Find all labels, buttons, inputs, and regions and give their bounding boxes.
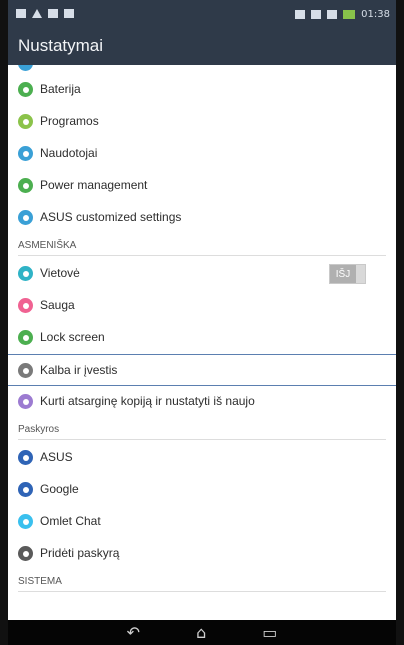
apps-icon bbox=[18, 114, 33, 129]
notification-icon bbox=[16, 9, 26, 18]
lock-icon bbox=[18, 330, 33, 345]
settings-item-label: Lock screen bbox=[40, 330, 105, 344]
settings-item-label: Pridėti paskyrą bbox=[40, 546, 120, 560]
bezel-right bbox=[396, 0, 404, 645]
settings-item[interactable]: ASUS bbox=[8, 442, 396, 474]
section-label: ASMENIŠKA bbox=[18, 240, 77, 251]
asus-icon bbox=[18, 450, 33, 465]
section-system: SISTEMA bbox=[8, 570, 396, 594]
toggle-label: IŠJ bbox=[330, 265, 356, 283]
settings-item-label: Programos bbox=[40, 114, 99, 128]
settings-item[interactable]: Sauga bbox=[8, 290, 396, 322]
security-icon bbox=[18, 298, 33, 313]
settings-item[interactable]: Baterija bbox=[8, 74, 396, 106]
battery-status-icon bbox=[343, 10, 356, 19]
screen: 01:38 Nustatymai Baterija Programos Naudot… bbox=[0, 0, 404, 645]
settings-item-label: Sauga bbox=[40, 298, 75, 312]
wifi-icon bbox=[327, 10, 338, 19]
add-account-icon bbox=[18, 546, 33, 561]
section-divider bbox=[18, 591, 386, 592]
section-divider bbox=[18, 439, 386, 440]
settings-item-label: ASUS bbox=[40, 450, 73, 464]
settings-item-label: Kalba ir įvestis bbox=[40, 363, 118, 377]
bezel-left bbox=[0, 0, 8, 645]
home-button[interactable]: ⌂ bbox=[196, 620, 206, 645]
settings-item-label: Naudotojai bbox=[40, 146, 98, 160]
back-button[interactable]: ↶ bbox=[127, 620, 140, 645]
settings-item-label: Baterija bbox=[40, 82, 81, 96]
settings-list: Baterija Programos Naudotojai Power managem… bbox=[8, 65, 396, 620]
navigation-bar: ↶ ⌂ ▭ bbox=[8, 620, 396, 645]
section-label: Paskyros bbox=[18, 424, 60, 435]
status-bar: 01:38 bbox=[8, 0, 396, 32]
settings-item[interactable]: Vietovė IŠJ bbox=[8, 258, 396, 290]
settings-item[interactable]: Programos bbox=[8, 106, 396, 138]
battery-icon bbox=[18, 82, 33, 97]
settings-item-label: ASUS customized settings bbox=[40, 210, 182, 224]
mute-icon bbox=[295, 10, 306, 19]
image-icon bbox=[48, 9, 58, 18]
settings-item[interactable]: Naudotojai bbox=[8, 138, 396, 170]
asus-settings-icon bbox=[18, 210, 33, 225]
settings-item[interactable]: Pridėti paskyrą bbox=[8, 538, 396, 570]
google-icon bbox=[18, 482, 33, 497]
settings-item-label: Kurti atsarginę kopiją ir nustatyti iš n… bbox=[40, 394, 255, 408]
section-label: SISTEMA bbox=[18, 576, 62, 587]
settings-item[interactable]: Lock screen bbox=[8, 322, 396, 354]
settings-item[interactable]: Kurti atsarginę kopiją ir nustatyti iš n… bbox=[8, 386, 396, 418]
location-icon bbox=[18, 266, 33, 281]
settings-item[interactable]: ASUS customized settings bbox=[8, 202, 396, 234]
location-toggle[interactable]: IŠJ bbox=[329, 264, 366, 284]
omlet-icon bbox=[18, 514, 33, 529]
alarm-icon bbox=[311, 10, 322, 19]
file-icon bbox=[64, 9, 74, 18]
app-bar: Nustatymai bbox=[8, 32, 396, 65]
language-icon bbox=[18, 363, 33, 378]
section-accounts: Paskyros bbox=[8, 418, 396, 442]
status-left bbox=[16, 9, 74, 18]
settings-item[interactable]: Power management bbox=[8, 170, 396, 202]
users-icon bbox=[18, 146, 33, 161]
settings-item-label: Vietovė bbox=[40, 266, 80, 280]
section-personal: ASMENIŠKA bbox=[8, 234, 396, 258]
status-time: 01:38 bbox=[361, 9, 390, 20]
page-title: Nustatymai bbox=[18, 36, 104, 55]
settings-item[interactable]: Omlet Chat bbox=[8, 506, 396, 538]
settings-item[interactable]: Google bbox=[8, 474, 396, 506]
recent-apps-button[interactable]: ▭ bbox=[262, 620, 277, 645]
settings-item[interactable]: Kalba ir įvestis bbox=[8, 354, 396, 386]
section-divider bbox=[18, 255, 386, 256]
settings-item-label: Power management bbox=[40, 178, 148, 192]
status-right: 01:38 bbox=[295, 9, 390, 20]
warning-icon bbox=[32, 9, 42, 18]
settings-item-label: Google bbox=[40, 482, 79, 496]
power-icon bbox=[18, 178, 33, 193]
backup-icon bbox=[18, 394, 33, 409]
settings-item-label: Omlet Chat bbox=[40, 514, 101, 528]
